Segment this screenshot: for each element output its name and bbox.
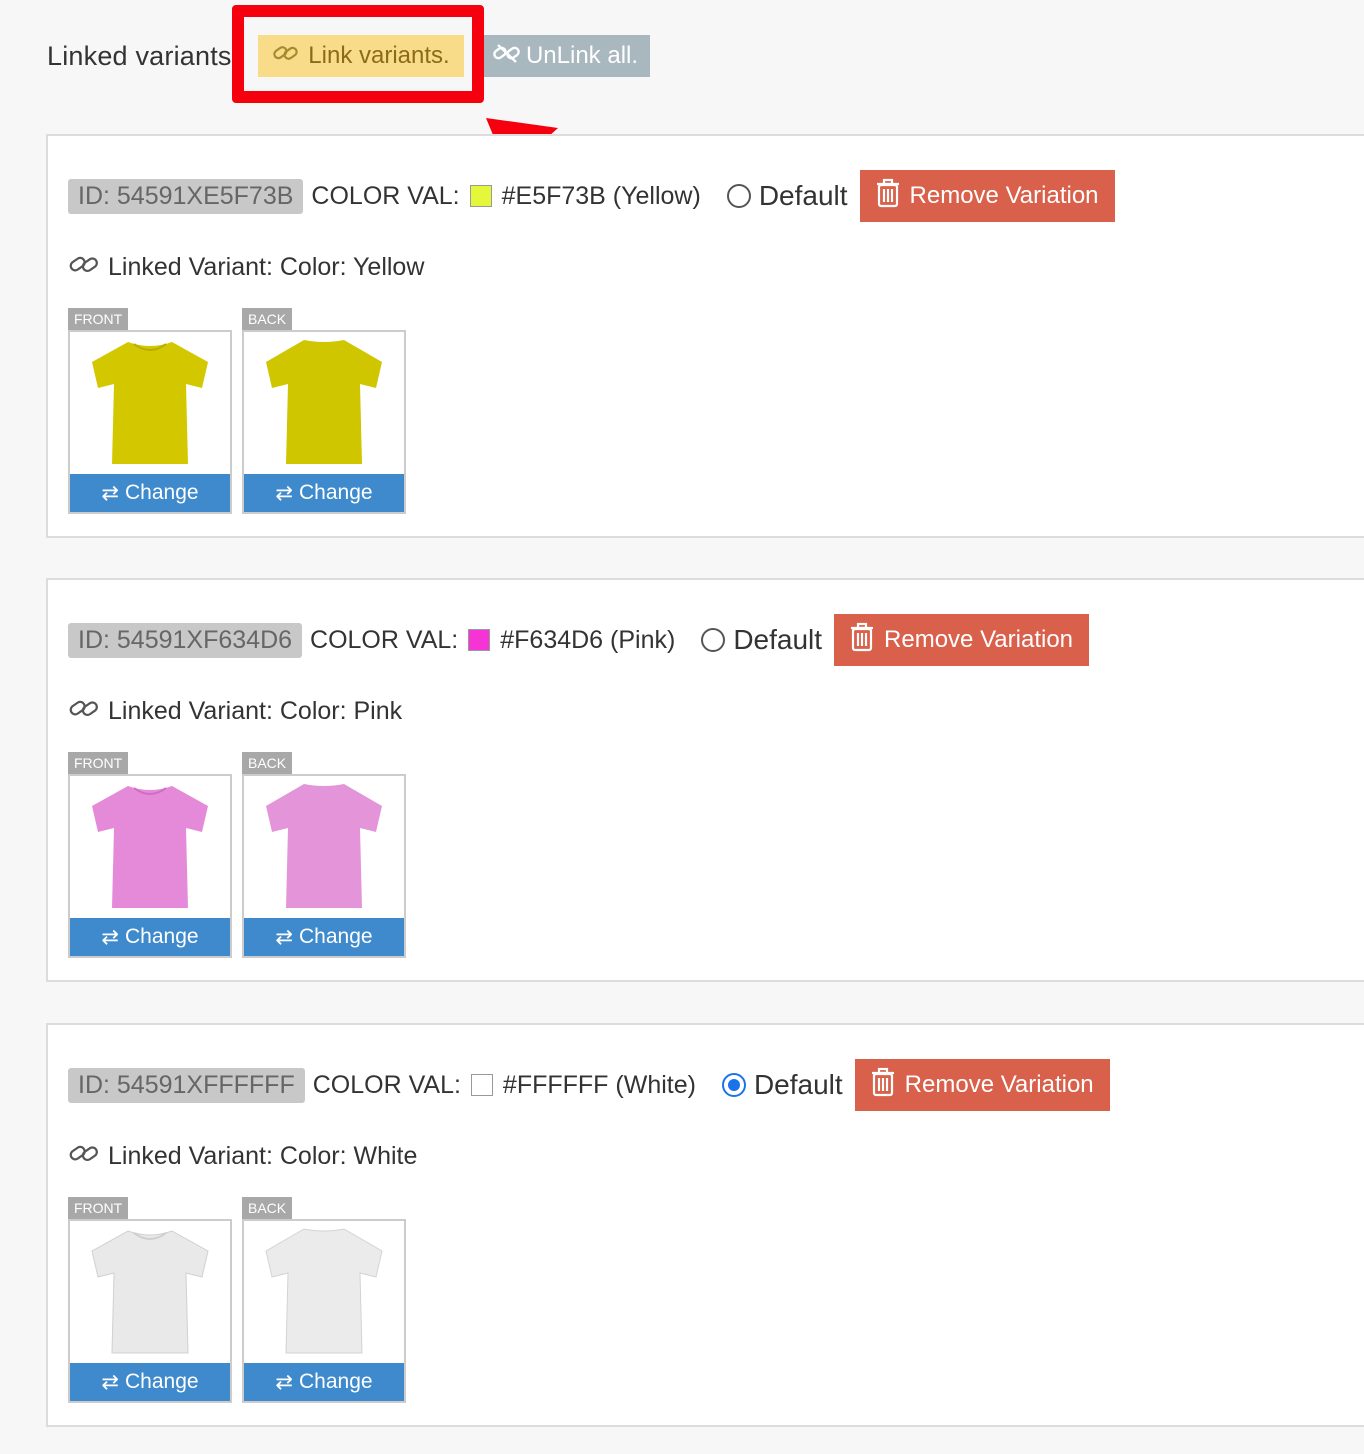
link-icon: [68, 696, 100, 727]
tshirt-front-image: [92, 342, 208, 464]
change-label: Change: [125, 481, 199, 504]
front-tag: FRONT: [68, 752, 129, 774]
color-val-label: COLOR VAL:: [312, 1070, 461, 1099]
front-image-box: ⇄ Change: [68, 1219, 232, 1403]
unlink-icon: [492, 41, 522, 72]
color-swatch: [470, 1074, 493, 1096]
front-thumbnail: FRONT ⇄ Change: [68, 1197, 232, 1403]
swap-arrows-icon: ⇄: [275, 1370, 294, 1394]
back-tag: BACK: [242, 1197, 293, 1219]
change-back-button[interactable]: ⇄ Change: [244, 474, 404, 512]
linked-variant-text: Linked Variant: Color: White: [108, 1142, 418, 1170]
back-thumbnail: BACK ⇄ Change: [242, 752, 406, 958]
color-hex-text: #E5F73B (Yellow): [501, 181, 701, 210]
tshirt-back-image: [265, 1228, 383, 1354]
color-swatch: [468, 629, 491, 651]
linked-variants-header: Linked variants: [47, 34, 232, 78]
default-radio-option[interactable]: Default: [701, 624, 822, 656]
change-front-button[interactable]: ⇄ Change: [70, 1363, 230, 1401]
trash-icon: [876, 178, 900, 215]
back-tag: BACK: [242, 308, 293, 330]
linked-variants-label: Linked variants: [47, 40, 232, 71]
link-icon: [272, 42, 300, 71]
default-radio[interactable]: [721, 1073, 746, 1097]
variant-thumbnails: FRONT ⇄ Change BACK ⇄ Change: [68, 752, 406, 958]
front-tag: FRONT: [68, 1197, 129, 1219]
trash-icon: [871, 1067, 895, 1104]
remove-variation-button[interactable]: Remove Variation: [859, 170, 1115, 222]
default-radio[interactable]: [701, 628, 726, 652]
variant-card: ID: 54591XE5F73B COLOR VAL: #E5F73B (Yel…: [46, 134, 1364, 538]
remove-variation-button[interactable]: Remove Variation: [854, 1059, 1110, 1111]
back-image-box: ⇄ Change: [242, 330, 406, 514]
color-hex-text: #F634D6 (Pink): [500, 625, 676, 654]
default-radio-option[interactable]: Default: [721, 1069, 843, 1101]
back-tag: BACK: [242, 752, 293, 774]
default-label: Default: [758, 180, 848, 211]
linked-variant-text: Linked Variant: Color: Pink: [108, 697, 403, 725]
change-front-button[interactable]: ⇄ Change: [70, 918, 230, 956]
remove-variation-button[interactable]: Remove Variation: [834, 614, 1090, 666]
tshirt-back-image: [266, 340, 382, 464]
default-radio[interactable]: [726, 184, 751, 208]
change-label: Change: [299, 481, 373, 504]
default-label: Default: [753, 1069, 843, 1100]
front-thumbnail: FRONT ⇄ Change: [68, 308, 232, 514]
color-val-label: COLOR VAL:: [310, 625, 459, 654]
variant-thumbnails: FRONT ⇄ Change BACK ⇄ Change: [68, 308, 406, 514]
remove-variation-label: Remove Variation: [904, 1071, 1094, 1098]
link-icon: [68, 252, 100, 283]
color-swatch: [469, 185, 492, 207]
linked-variant-row: Linked Variant: Color: Pink: [68, 696, 402, 727]
variant-thumbnails: FRONT ⇄ Change BACK ⇄ Change: [68, 1197, 406, 1403]
change-label: Change: [125, 925, 199, 948]
variant-card: ID: 54591XF634D6 COLOR VAL: #F634D6 (Pin…: [46, 578, 1364, 982]
trash-icon: [850, 622, 874, 659]
link-icon: [68, 1141, 100, 1172]
linked-variant-row: Linked Variant: Color: Yellow: [68, 252, 424, 283]
back-thumbnail: BACK ⇄ Change: [242, 308, 406, 514]
variant-header-row: ID: 54591XFFFFFF COLOR VAL: #FFFFFF (Whi…: [68, 1059, 1110, 1111]
swap-arrows-icon: ⇄: [101, 481, 120, 505]
default-radio-option[interactable]: Default: [726, 180, 848, 212]
variant-card: ID: 54591XFFFFFF COLOR VAL: #FFFFFF (Whi…: [46, 1023, 1364, 1427]
linked-variant-row: Linked Variant: Color: White: [68, 1141, 417, 1172]
front-tag: FRONT: [68, 308, 129, 330]
color-val-label: COLOR VAL:: [311, 181, 460, 210]
tshirt-front-image: [91, 1230, 209, 1354]
link-variants-button[interactable]: Link variants.: [258, 35, 464, 77]
swap-arrows-icon: ⇄: [275, 481, 294, 505]
front-image-box: ⇄ Change: [68, 330, 232, 514]
variant-id-badge: ID: 54591XFFFFFF: [68, 1067, 305, 1103]
remove-variation-label: Remove Variation: [909, 182, 1099, 209]
back-thumbnail: BACK ⇄ Change: [242, 1197, 406, 1403]
change-back-button[interactable]: ⇄ Change: [244, 918, 404, 956]
swap-arrows-icon: ⇄: [101, 1370, 120, 1394]
remove-variation-label: Remove Variation: [884, 626, 1074, 653]
change-front-button[interactable]: ⇄ Change: [70, 474, 230, 512]
default-label: Default: [733, 624, 823, 655]
back-image-box: ⇄ Change: [242, 1219, 406, 1403]
change-back-button[interactable]: ⇄ Change: [244, 1363, 404, 1401]
change-label: Change: [299, 1370, 373, 1393]
tshirt-front-image: [92, 786, 208, 908]
unlink-all-button[interactable]: UnLink all.: [480, 35, 650, 77]
variant-header-row: ID: 54591XE5F73B COLOR VAL: #E5F73B (Yel…: [68, 170, 1115, 222]
change-label: Change: [299, 925, 373, 948]
tshirt-back-image: [266, 784, 382, 908]
swap-arrows-icon: ⇄: [101, 925, 120, 949]
front-image-box: ⇄ Change: [68, 774, 232, 958]
variant-id-badge: ID: 54591XE5F73B: [68, 178, 304, 214]
linked-variant-text: Linked Variant: Color: Yellow: [108, 253, 425, 281]
back-image-box: ⇄ Change: [242, 774, 406, 958]
swap-arrows-icon: ⇄: [275, 925, 294, 949]
front-thumbnail: FRONT ⇄ Change: [68, 752, 232, 958]
link-variants-label: Link variants.: [308, 42, 450, 69]
change-label: Change: [125, 1370, 199, 1393]
variant-header-row: ID: 54591XF634D6 COLOR VAL: #F634D6 (Pin…: [68, 614, 1090, 666]
variant-id-badge: ID: 54591XF634D6: [68, 622, 303, 658]
unlink-all-label: UnLink all.: [525, 42, 639, 69]
color-hex-text: #FFFFFF (White): [502, 1070, 696, 1099]
